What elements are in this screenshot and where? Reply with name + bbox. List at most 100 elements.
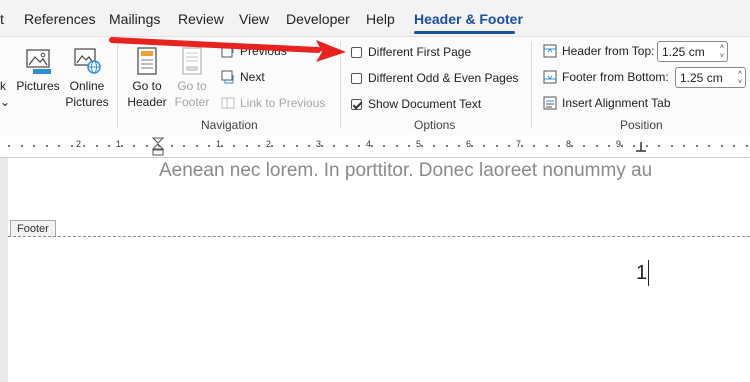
next-label: Next xyxy=(240,70,265,84)
ruler-number: 3 xyxy=(316,139,322,149)
go-to-header-button[interactable]: Go to Header xyxy=(124,46,170,110)
ruler-tick xyxy=(8,145,10,147)
different-odd-even-checkbox[interactable]: Different Odd & Even Pages xyxy=(351,71,519,85)
ruler-tick xyxy=(545,145,548,147)
indent-marker-icon[interactable] xyxy=(152,137,164,157)
go-to-footer-label-1: Go to xyxy=(177,79,207,93)
ruler-number: 2 xyxy=(266,139,272,149)
ruler-tick xyxy=(320,145,323,147)
different-first-page-label: Different First Page xyxy=(368,45,472,59)
group-separator xyxy=(531,42,532,128)
tab-stop-icon[interactable] xyxy=(635,141,647,153)
ruler-tick xyxy=(683,145,685,147)
tab-review[interactable]: Review xyxy=(178,11,224,27)
footer-tag: Footer xyxy=(10,220,56,237)
header-from-top-label: Header from Top: xyxy=(562,44,655,58)
ruler-tick xyxy=(195,145,198,147)
ruler-number: 7 xyxy=(516,139,522,149)
go-to-footer-label-2: Footer xyxy=(174,95,210,109)
pictures-button[interactable]: Pictures xyxy=(14,46,62,94)
ruler-tick xyxy=(570,145,573,147)
show-document-text-checkbox[interactable]: Show Document Text xyxy=(351,97,481,111)
insert-alignment-tab-label: Insert Alignment Tab xyxy=(562,96,671,110)
ruler-number: 9 xyxy=(616,139,622,149)
tab-references[interactable]: References xyxy=(24,11,96,27)
insert-alignment-tab-button[interactable]: Insert Alignment Tab xyxy=(543,96,671,110)
ruler-tick xyxy=(408,145,410,147)
ruler-tick xyxy=(595,145,598,147)
ruler-tick xyxy=(245,145,248,147)
ruler-tick xyxy=(345,145,348,147)
header-from-top-spinner[interactable]: 1.25 cm ˄ ˅ xyxy=(657,41,728,62)
ruler-number: 2 xyxy=(76,139,82,149)
ruler-number: 5 xyxy=(416,139,422,149)
chevron-down-icon: ⌄ xyxy=(0,95,11,109)
ruler-tick xyxy=(433,145,435,147)
link-to-previous-label: Link to Previous xyxy=(240,96,326,110)
spin-down-icon[interactable]: ˅ xyxy=(738,79,742,86)
footer-from-bottom-control: Footer from Bottom: xyxy=(543,70,669,84)
ruler-tick xyxy=(120,145,123,147)
ruler-tick xyxy=(83,145,85,147)
different-odd-even-label: Different Odd & Even Pages xyxy=(368,71,519,85)
quick-parts-label: k xyxy=(0,79,6,93)
tab-view[interactable]: View xyxy=(239,11,269,27)
tab-help[interactable]: Help xyxy=(366,11,395,27)
header-from-top-value[interactable]: 1.25 cm xyxy=(662,45,705,59)
spin-up-icon[interactable]: ˄ xyxy=(738,70,742,77)
ruler-tick xyxy=(183,145,185,147)
ruler-tick xyxy=(383,145,385,147)
tab-mailings[interactable]: Mailings xyxy=(109,11,160,27)
spin-down-icon[interactable]: ˅ xyxy=(720,53,724,60)
ruler-number: 8 xyxy=(566,139,572,149)
footer-from-bottom-spinner[interactable]: 1.25 cm ˄ ˅ xyxy=(675,67,746,88)
ruler-tick xyxy=(33,145,35,147)
different-first-page-box[interactable] xyxy=(351,46,362,58)
next-button[interactable]: Next xyxy=(221,70,265,84)
online-pictures-button[interactable]: Online Pictures xyxy=(64,46,110,110)
ruler-tick xyxy=(58,145,60,147)
ruler-tick xyxy=(645,145,648,147)
ruler-tick xyxy=(170,145,173,147)
ruler-tick xyxy=(508,145,510,147)
ruler-tick xyxy=(745,145,748,147)
different-odd-even-box[interactable] xyxy=(351,72,362,84)
ruler-tick xyxy=(533,145,535,147)
go-to-header-icon xyxy=(137,47,157,75)
ruler-tick xyxy=(483,145,485,147)
footer-from-bottom-value[interactable]: 1.25 cm xyxy=(680,71,723,85)
ruler-tick xyxy=(720,145,723,147)
ruler-tick xyxy=(220,145,223,147)
ruler-tick xyxy=(45,145,48,147)
options-group-label: Options xyxy=(414,118,456,132)
footer-boundary-line xyxy=(8,236,750,237)
go-to-header-label-2: Header xyxy=(127,95,167,109)
ruler-tick xyxy=(558,145,560,147)
link-to-previous-button[interactable]: Link to Previous xyxy=(221,96,325,110)
online-pictures-label-1: Online xyxy=(69,79,105,93)
ruler-tick xyxy=(358,145,360,147)
ruler-tick xyxy=(620,145,623,147)
tab-developer[interactable]: Developer xyxy=(286,11,350,27)
ruler-tick xyxy=(295,145,298,147)
ruler-tick xyxy=(420,145,423,147)
quick-parts-button-partial[interactable]: k ⌄ xyxy=(0,78,10,110)
page-number[interactable]: 1 xyxy=(636,262,647,285)
ruler-tick xyxy=(495,145,498,147)
ruler-number: 6 xyxy=(466,139,472,149)
horizontal-ruler[interactable]: 2 1 1 2 3 4 5 6 7 8 9 xyxy=(0,135,750,158)
ruler-tick xyxy=(608,145,610,147)
tab-partial[interactable]: t xyxy=(0,11,4,27)
ruler-tick xyxy=(70,145,73,147)
ruler-tick xyxy=(233,145,235,147)
different-first-page-checkbox[interactable]: Different First Page xyxy=(351,45,471,59)
pictures-icon xyxy=(26,49,51,74)
ruler-tick xyxy=(308,145,310,147)
go-to-footer-button[interactable]: Go to Footer xyxy=(170,46,214,110)
tab-header-footer[interactable]: Header & Footer xyxy=(414,11,523,27)
previous-button[interactable]: Previous xyxy=(221,44,287,58)
document-page[interactable]: Aenean nec lorem. In porttitor. Donec la… xyxy=(8,158,750,382)
show-document-text-box[interactable] xyxy=(351,98,362,110)
active-tab-indicator xyxy=(414,31,515,34)
spin-up-icon[interactable]: ˄ xyxy=(720,44,724,51)
